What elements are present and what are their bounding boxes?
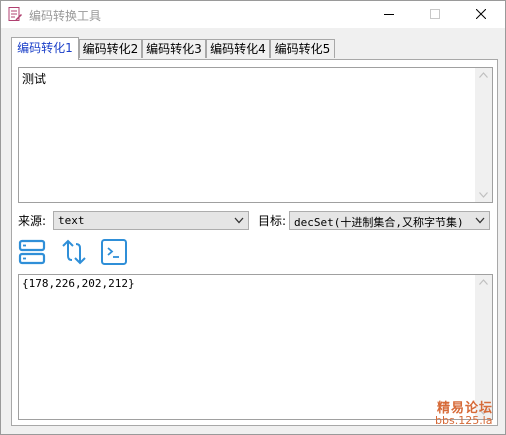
- minimize-icon: [384, 14, 394, 15]
- terminal-button[interactable]: [100, 238, 128, 266]
- maximize-icon: [430, 9, 440, 19]
- minimize-button[interactable]: [366, 1, 412, 28]
- output-textarea[interactable]: {178,226,202,212}: [18, 274, 493, 420]
- output-text: {178,226,202,212}: [22, 277, 135, 290]
- source-value: text: [58, 214, 85, 227]
- tab-label: 编码转化1: [17, 41, 73, 55]
- tab-panel: 测试 来源: text 目标: decSet(十进制集合,又称字节集) {178…: [11, 59, 498, 426]
- tab-convert-3[interactable]: 编码转化3: [142, 39, 206, 58]
- close-icon: [476, 9, 486, 19]
- swap-button[interactable]: [60, 238, 88, 266]
- source-label: 来源:: [18, 214, 47, 228]
- target-label: 目标:: [258, 214, 287, 228]
- input-textarea[interactable]: 测试: [18, 67, 493, 203]
- tab-label: 编码转化4: [210, 42, 266, 56]
- tab-label: 编码转化5: [274, 42, 331, 56]
- document-pen-icon: [7, 6, 23, 22]
- maximize-button[interactable]: [412, 1, 458, 28]
- title-bar[interactable]: 编码转换工具: [1, 1, 505, 28]
- chevron-down-icon: [234, 217, 244, 224]
- swap-arrows-icon: [62, 239, 86, 265]
- tab-convert-5[interactable]: 编码转化5: [270, 39, 335, 58]
- tab-convert-2[interactable]: 编码转化2: [79, 39, 142, 58]
- tab-convert-4[interactable]: 编码转化4: [206, 39, 270, 58]
- source-select[interactable]: text: [53, 211, 249, 230]
- input-text: 测试: [22, 72, 47, 86]
- target-value: decSet(十进制集合,又称字节集): [294, 216, 464, 229]
- stack-icon: [18, 239, 46, 265]
- target-select[interactable]: decSet(十进制集合,又称字节集): [289, 211, 490, 230]
- stack-button[interactable]: [18, 238, 46, 266]
- input-scrollbar[interactable]: [475, 68, 492, 202]
- tab-label: 编码转化2: [82, 42, 139, 56]
- app-window: 编码转换工具 编码转化1 编码转化2 编码转化3 编码转化4 编码转化5 测试 …: [0, 0, 506, 435]
- tab-convert-1[interactable]: 编码转化1: [11, 37, 79, 60]
- scroll-down-icon: [479, 192, 488, 198]
- watermark-url: bbs.125.la: [435, 414, 493, 427]
- terminal-icon: [101, 239, 127, 265]
- close-button[interactable]: [458, 1, 504, 28]
- window-title: 编码转换工具: [29, 9, 102, 23]
- scroll-up-icon: [479, 279, 488, 285]
- chevron-down-icon: [475, 217, 485, 224]
- tab-label: 编码转化3: [146, 42, 202, 56]
- scroll-up-icon: [479, 72, 488, 78]
